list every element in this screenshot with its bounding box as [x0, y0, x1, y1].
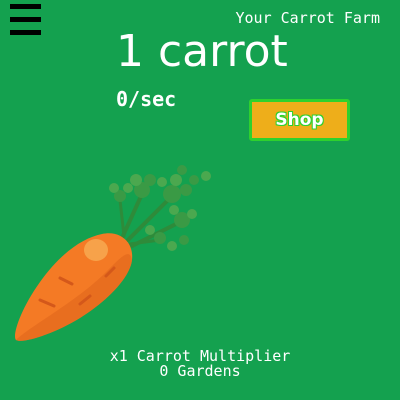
carrot-icon[interactable]	[10, 150, 220, 350]
carrot-leaves	[109, 165, 211, 251]
stats-panel: x1 Carrot Multiplier 0 Gardens	[0, 349, 400, 379]
menu-bar	[10, 17, 41, 22]
carrot-body	[15, 233, 133, 341]
carrot-count: 1 carrot	[116, 26, 288, 77]
shop-button[interactable]: Shop	[249, 99, 350, 141]
gardens-label: 0 Gardens	[159, 362, 241, 380]
hamburger-menu-icon[interactable]	[10, 4, 41, 35]
menu-bar	[10, 30, 41, 35]
menu-bar	[10, 4, 41, 9]
carrots-per-second: 0/sec	[116, 87, 177, 111]
